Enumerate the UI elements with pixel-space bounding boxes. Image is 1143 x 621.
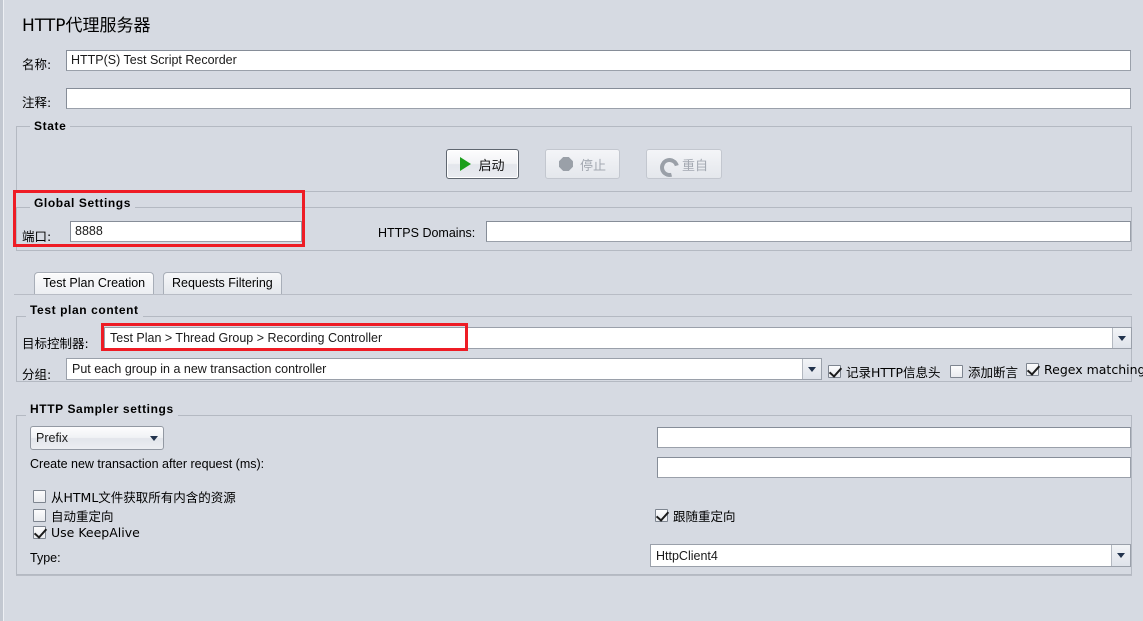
comment-label: 注释: — [22, 95, 52, 110]
http-proxy-server-window: HTTP代理服务器 名称: HTTP(S) Test Script Record… — [0, 0, 1143, 621]
checkbox-add-assertions[interactable]: 添加断言 — [950, 362, 1018, 381]
checkbox-label: 记录HTTP信息头 — [846, 365, 941, 380]
https-domains-input[interactable] — [486, 221, 1131, 242]
page-title: HTTP代理服务器 — [22, 16, 151, 36]
test-plan-content-title: Test plan content — [26, 303, 143, 317]
https-domains-label: HTTPS Domains: — [378, 226, 476, 240]
http-sampler-settings-title: HTTP Sampler settings — [26, 402, 178, 416]
chevron-down-icon[interactable] — [144, 427, 163, 449]
transaction-delay-label: Create new transaction after request (ms… — [30, 457, 265, 471]
comment-input[interactable] — [66, 88, 1131, 109]
window-frame-left-inner — [3, 0, 4, 621]
target-controller-combobox[interactable]: Test Plan > Thread Group > Recording Con… — [104, 327, 1132, 349]
checkbox-box — [828, 365, 841, 378]
stop-button[interactable]: 停止 — [545, 149, 620, 179]
grouping-combobox[interactable]: Put each group in a new transaction cont… — [66, 358, 822, 380]
stop-button-label: 停止 — [579, 158, 606, 174]
name-input[interactable]: HTTP(S) Test Script Recorder — [66, 50, 1131, 71]
target-controller-value: Test Plan > Thread Group > Recording Con… — [110, 331, 383, 345]
stop-octagon-icon — [558, 157, 573, 171]
checkbox-label: 从HTML文件获取所有内含的资源 — [51, 490, 236, 505]
checkbox-label: 跟随重定向 — [673, 509, 736, 524]
checkbox-regex-matching[interactable]: Regex matching — [1026, 362, 1143, 377]
tab-test-plan-creation[interactable]: Test Plan Creation — [34, 272, 155, 294]
prefix-mode-combobox[interactable]: Prefix — [30, 426, 164, 450]
chevron-down-icon[interactable] — [1112, 328, 1131, 348]
checkbox-box — [33, 509, 46, 522]
target-controller-label: 目标控制器: — [22, 336, 89, 351]
transaction-delay-input[interactable] — [657, 457, 1131, 478]
tab-strip-underline — [14, 294, 1132, 295]
checkbox-label: Use KeepAlive — [51, 525, 140, 540]
tab-requests-filtering[interactable]: Requests Filtering — [163, 272, 282, 294]
checkbox-use-keepalive[interactable]: Use KeepAlive — [33, 525, 140, 540]
global-settings-title: Global Settings — [30, 196, 136, 210]
checkbox-box — [33, 490, 46, 503]
checkbox-box — [33, 526, 46, 539]
port-label: 端口: — [22, 229, 52, 244]
panel-bottom-divider — [16, 575, 1132, 576]
checkbox-box — [655, 509, 668, 522]
checkbox-auto-redirect[interactable]: 自动重定向 — [33, 506, 114, 525]
checkbox-record-http-headers[interactable]: 记录HTTP信息头 — [828, 362, 941, 381]
type-label: Type: — [30, 551, 61, 565]
chevron-down-icon[interactable] — [1111, 545, 1130, 566]
checkbox-box — [1026, 363, 1039, 376]
start-button[interactable]: 启动 — [446, 149, 519, 179]
type-value: HttpClient4 — [656, 548, 718, 563]
state-panel-title: State — [30, 119, 71, 133]
checkbox-box — [950, 365, 963, 378]
type-combobox[interactable]: HttpClient4 — [650, 544, 1131, 567]
port-input[interactable]: 8888 — [70, 221, 302, 242]
checkbox-label: 添加断言 — [968, 365, 1019, 380]
checkbox-follow-redirects[interactable]: 跟随重定向 — [655, 506, 736, 525]
restart-button[interactable]: 重自 — [646, 149, 722, 179]
name-label: 名称: — [22, 57, 52, 72]
prefix-mode-value: Prefix — [36, 431, 68, 445]
restart-button-label: 重自 — [681, 158, 708, 174]
checkbox-retrieve-embedded-resources[interactable]: 从HTML文件获取所有内含的资源 — [33, 487, 236, 506]
chevron-down-icon[interactable] — [802, 359, 821, 379]
checkbox-label: Regex matching — [1044, 362, 1143, 377]
grouping-value: Put each group in a new transaction cont… — [72, 362, 327, 376]
grouping-label: 分组: — [22, 367, 52, 382]
play-triangle-icon — [460, 157, 472, 171]
restart-arrow-icon — [660, 157, 675, 171]
checkbox-label: 自动重定向 — [51, 509, 114, 524]
prefix-input[interactable] — [657, 427, 1131, 448]
start-button-label: 启动 — [478, 158, 505, 174]
